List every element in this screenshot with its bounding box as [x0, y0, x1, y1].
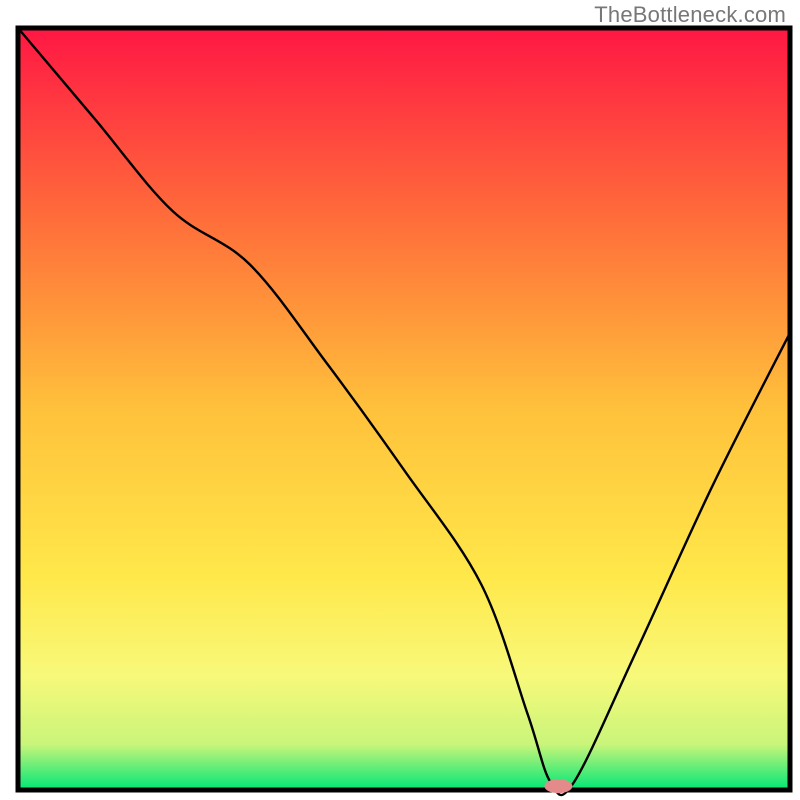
bottleneck-chart: [0, 0, 800, 800]
plot-background: [18, 28, 790, 790]
watermark-text: TheBottleneck.com: [594, 2, 786, 28]
chart-container: TheBottleneck.com: [0, 0, 800, 800]
optimal-point-marker: [544, 779, 572, 793]
